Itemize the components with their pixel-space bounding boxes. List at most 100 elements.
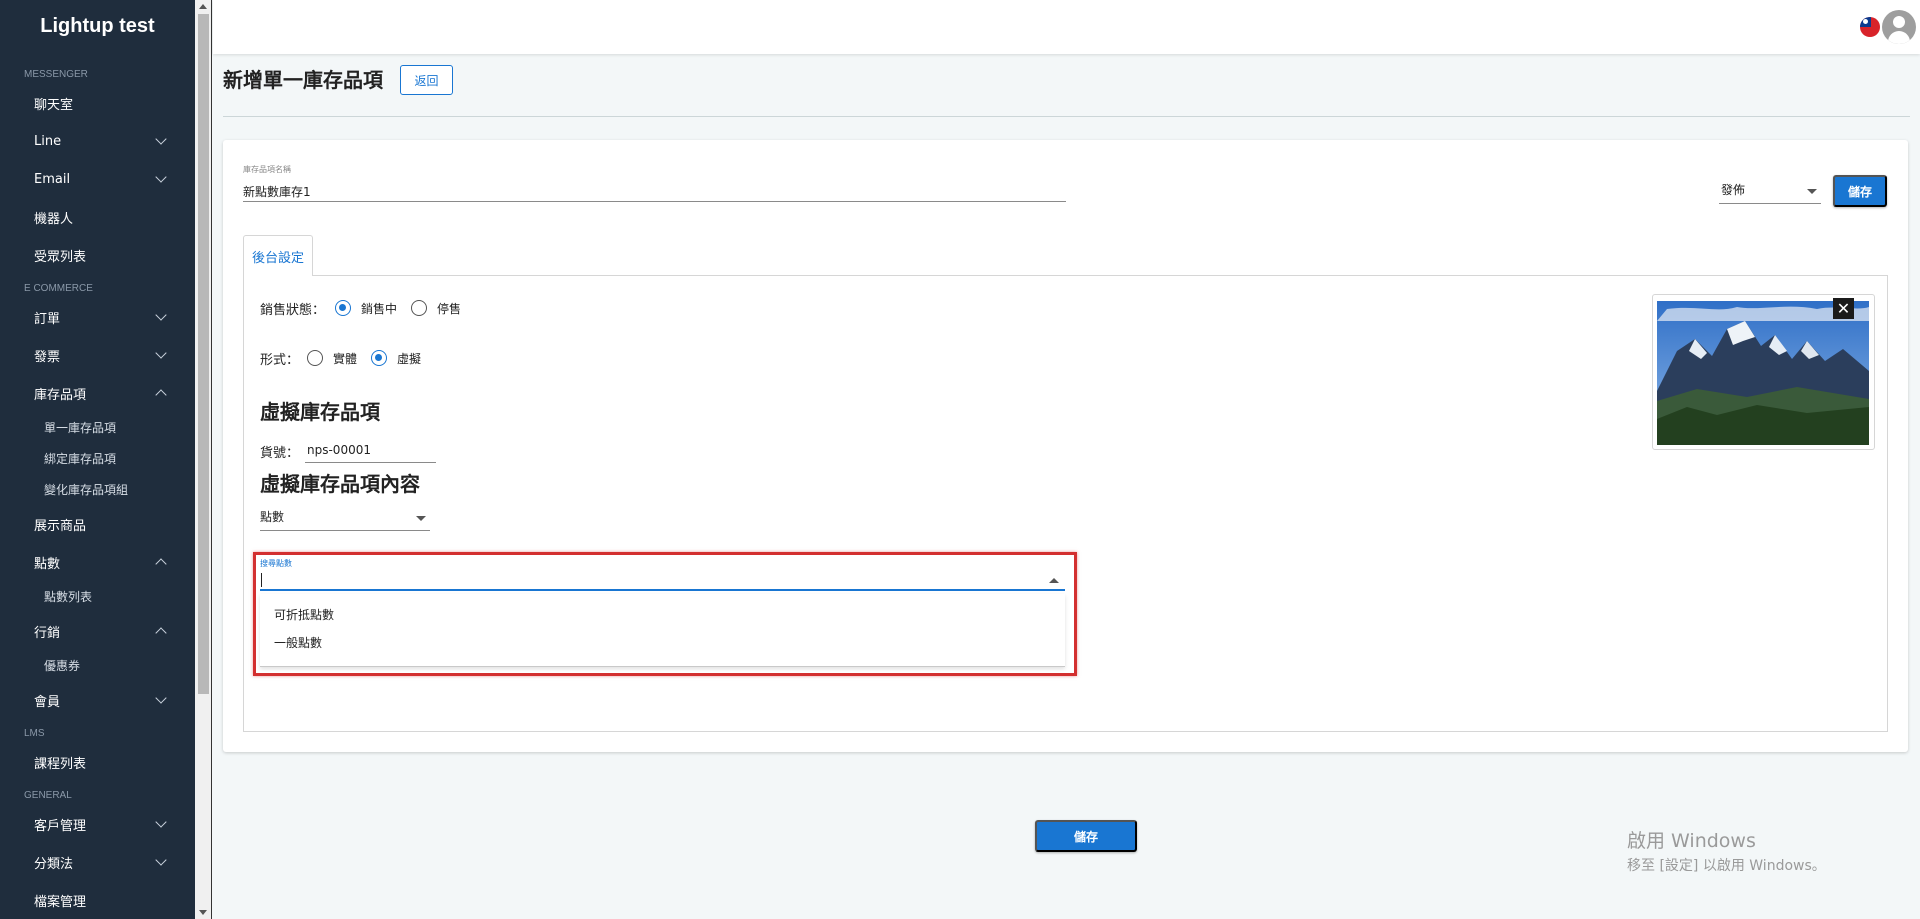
radio-virtual-label: 虛擬: [397, 352, 422, 366]
sidebar-subitem-inventory-bundle[interactable]: 綁定庫存品項: [0, 443, 195, 474]
item-name-underline: [243, 201, 1066, 202]
sidebar-item-showcase[interactable]: 展示商品: [0, 505, 195, 543]
sidebar-item-label: 分類法: [34, 856, 74, 872]
sidebar-item-label: 展示商品: [34, 518, 87, 534]
app-title: Lightup test: [40, 14, 155, 37]
tab-backend-settings[interactable]: 後台設定: [243, 235, 313, 276]
sidebar-item-customers[interactable]: 客戶管理: [0, 805, 195, 843]
user-avatar-icon[interactable]: [1882, 10, 1916, 44]
radio-physical[interactable]: [307, 350, 323, 366]
sidebar-item-marketing[interactable]: 行銷: [0, 612, 195, 650]
radio-physical-label: 實體: [333, 352, 358, 366]
sidebar-item-label: 檔案管理: [34, 894, 87, 910]
sidebar-scrollbar-thumb[interactable]: [198, 14, 209, 694]
sidebar-item-email[interactable]: Email: [0, 160, 195, 198]
item-name-input[interactable]: 新點數庫存1: [243, 183, 311, 200]
sidebar-item-label: 課程列表: [34, 756, 87, 772]
chevron-up-icon: [155, 389, 167, 401]
sidebar-item-line[interactable]: Line: [0, 122, 195, 160]
sidebar: Lightup test MESSENGER 聊天室 Line Email 機器…: [0, 0, 195, 919]
chevron-down-icon: [155, 347, 167, 359]
bottom-save-button[interactable]: 儲存: [1035, 820, 1137, 852]
radio-stop-sale[interactable]: [411, 300, 427, 316]
chevron-up-icon: [155, 627, 167, 639]
chevron-down-icon: [155, 854, 167, 866]
tab-panel: 銷售狀態： 銷售中 停售 形式： 實體 虛擬 虛擬庫存品項 貨號： nps-00…: [243, 275, 1888, 852]
sidebar-subitem-points-list[interactable]: 點數列表: [0, 581, 195, 612]
virtual-content-heading: 虛擬庫存品項內容: [260, 472, 420, 496]
radio-virtual[interactable]: [371, 350, 387, 366]
sidebar-item-invoices[interactable]: 發票: [0, 336, 195, 374]
sidebar-item-files[interactable]: 檔案管理: [0, 881, 195, 919]
sidebar-subitem-inventory-variant[interactable]: 變化庫存品項組: [0, 474, 195, 505]
back-button[interactable]: 返回: [400, 65, 453, 95]
points-dropdown-list: 可折抵點數 一般點數: [260, 594, 1065, 667]
sidebar-item-label: 庫存品項: [34, 387, 87, 403]
save-button[interactable]: 儲存: [1833, 175, 1887, 207]
radio-on-sale-label: 銷售中: [361, 302, 398, 316]
dropdown-option-general-points[interactable]: 一般點數: [260, 628, 1065, 656]
sidebar-item-label: 訂單: [34, 311, 61, 327]
sidebar-item-label: Email: [34, 171, 71, 187]
sidebar-section-ecommerce: E COMMERCE: [24, 283, 93, 294]
sidebar-section-messenger: MESSENGER: [24, 69, 88, 80]
sales-status-label: 銷售狀態：: [260, 303, 326, 318]
publish-status-select[interactable]: 發佈: [1719, 180, 1821, 204]
sidebar-item-label: 行銷: [34, 625, 61, 641]
chevron-down-icon: [155, 171, 167, 183]
sidebar-item-orders[interactable]: 訂單: [0, 298, 195, 336]
chevron-down-icon: [155, 692, 167, 704]
sidebar-item-chatroom[interactable]: 聊天室: [0, 84, 195, 122]
sidebar-item-points[interactable]: 點數: [0, 543, 195, 581]
sidebar-item-label: 機器人: [34, 211, 74, 227]
points-search-label: 搜尋點數: [260, 559, 292, 568]
page-title: 新增單一庫存品項: [223, 68, 383, 92]
sidebar-item-members[interactable]: 會員: [0, 681, 195, 719]
content-type-value: 點數: [260, 510, 285, 524]
dropdown-option-redeemable-points[interactable]: 可折抵點數: [260, 600, 1065, 628]
divider: [223, 116, 1910, 117]
sidebar-item-label: Line: [34, 133, 62, 149]
item-name-label: 庫存品項名稱: [243, 165, 291, 174]
text-cursor: [261, 573, 262, 587]
form-type-label: 形式：: [260, 353, 300, 368]
sidebar-item-label: 點數: [34, 556, 61, 572]
content-type-select[interactable]: 點數: [260, 507, 430, 531]
sidebar-subitem-coupons[interactable]: 優惠券: [0, 650, 195, 681]
scroll-down-arrow-icon[interactable]: [199, 910, 207, 915]
scroll-up-arrow-icon[interactable]: [199, 4, 207, 9]
virtual-item-heading: 虛擬庫存品項: [260, 400, 380, 424]
chevron-down-icon: [155, 133, 167, 145]
sidebar-subitem-inventory-single[interactable]: 單一庫存品項: [0, 412, 195, 443]
sidebar-item-label: 會員: [34, 694, 61, 710]
sku-input[interactable]: nps-00001: [307, 443, 371, 457]
mountain-landscape-image: [1657, 301, 1869, 445]
sku-label: 貨號：: [260, 446, 300, 461]
caret-up-icon[interactable]: [1049, 578, 1059, 583]
chevron-down-icon: [155, 309, 167, 321]
watermark-line-2: 移至 [設定] 以啟用 Windows。: [1627, 858, 1826, 874]
radio-on-sale[interactable]: [335, 300, 351, 316]
sidebar-item-label: 受眾列表: [34, 249, 87, 265]
chevron-down-icon: [155, 816, 167, 828]
watermark-line-1: 啟用 Windows: [1627, 830, 1756, 852]
caret-down-icon: [416, 516, 426, 521]
sidebar-item-robot[interactable]: 機器人: [0, 198, 195, 236]
taiwan-flag-icon[interactable]: [1860, 17, 1880, 37]
sku-underline: [305, 462, 436, 463]
sidebar-item-courses[interactable]: 課程列表: [0, 743, 195, 781]
inventory-form-card: 庫存品項名稱 新點數庫存1 發佈 儲存 後台設定 銷售狀態： 銷售中 停售 形式…: [223, 140, 1908, 852]
sidebar-item-label: 發票: [34, 349, 61, 365]
points-search-input[interactable]: [260, 569, 1065, 591]
windows-activation-watermark: 啟用 Windows 移至 [設定] 以啟用 Windows。: [1627, 826, 1826, 875]
sidebar-item-taxonomy[interactable]: 分類法: [0, 843, 195, 881]
sidebar-section-general: GENERAL: [24, 790, 72, 801]
radio-stop-sale-label: 停售: [437, 302, 462, 316]
sidebar-item-inventory[interactable]: 庫存品項: [0, 374, 195, 412]
sidebar-section-lms: LMS: [24, 728, 45, 739]
close-icon[interactable]: ✕: [1833, 298, 1854, 319]
caret-down-icon: [1807, 189, 1817, 194]
chevron-up-icon: [155, 558, 167, 570]
sidebar-item-audience[interactable]: 受眾列表: [0, 236, 195, 274]
top-bar: [213, 0, 1920, 54]
